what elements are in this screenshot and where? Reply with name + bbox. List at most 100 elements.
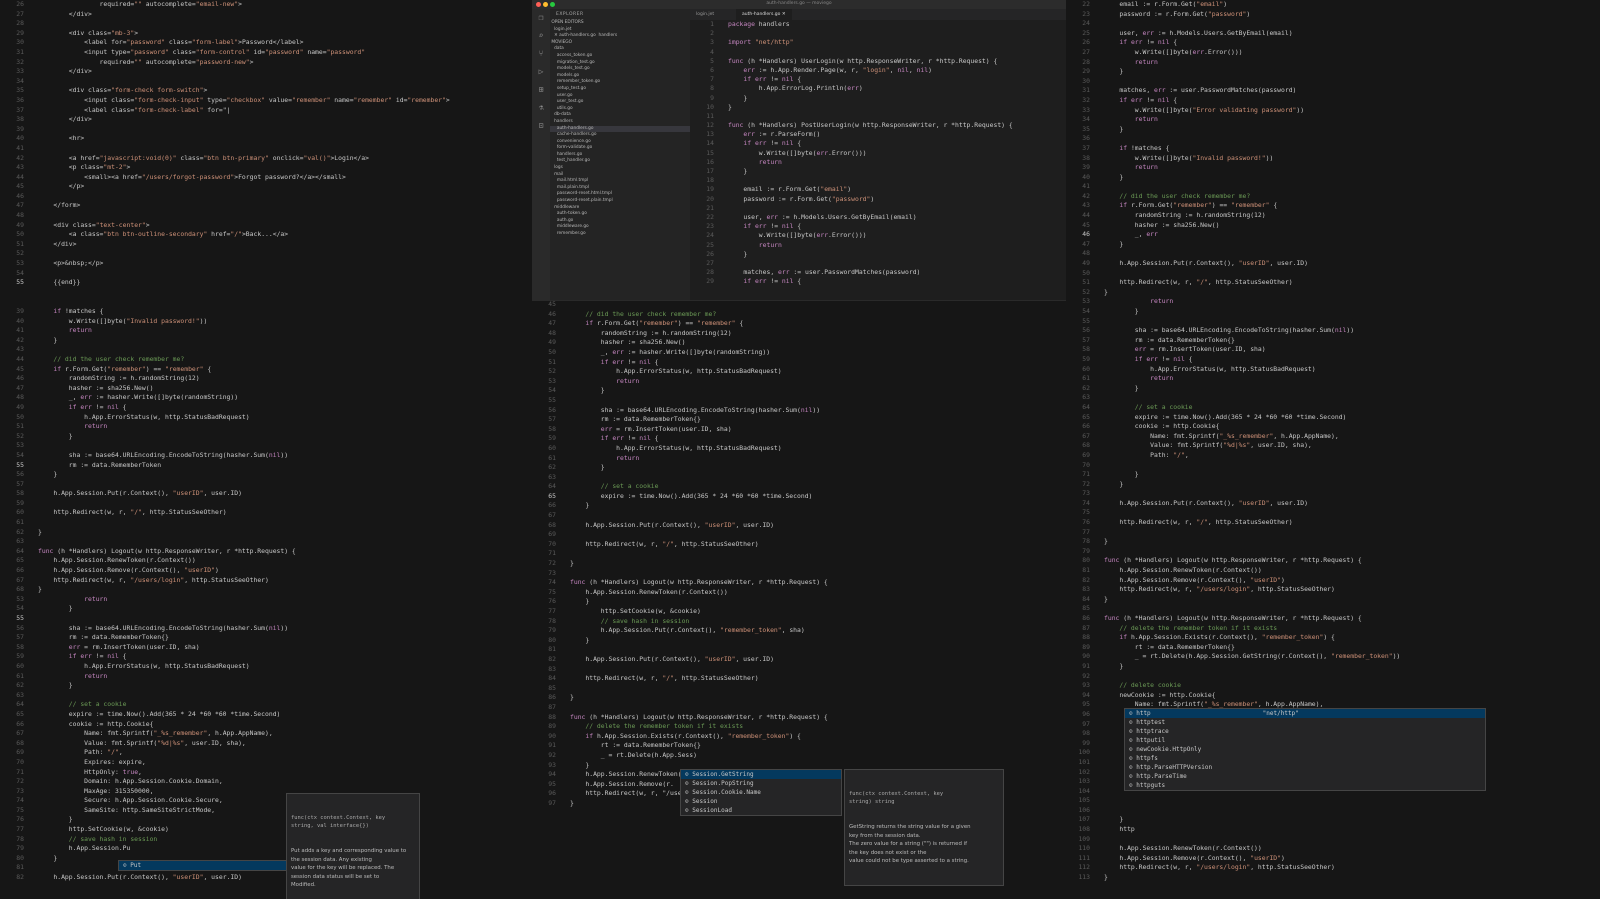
suggest-item[interactable]: ⊙ http.ParseTime — [1125, 772, 1485, 781]
line-number: 22 — [706, 212, 714, 221]
code-line: 42 } — [0, 336, 532, 346]
file-tree-item[interactable]: access_token.go — [550, 53, 690, 60]
line-number: 27 — [1082, 47, 1090, 56]
code-line: 49 <div class="text-center"> — [0, 221, 532, 231]
line-number: 93 — [1082, 681, 1090, 690]
remote-icon[interactable]: ⊡ — [536, 121, 546, 131]
line-number: 61 — [548, 453, 556, 462]
suggest-item[interactable]: ⊙ Session.PopString — [681, 779, 841, 788]
file-tree-item[interactable]: user_test.go — [550, 99, 690, 106]
line-number: 42 — [1082, 191, 1090, 200]
code-line: 55 — [532, 396, 1066, 406]
autocomplete-list-left[interactable]: ⊙ Put — [118, 860, 288, 871]
suggest-item[interactable]: ⊙ http "net/http" — [1125, 709, 1485, 718]
editor-pane-middle[interactable]: 45 46 // did the user check remember me? 4… — [532, 300, 1066, 899]
tab-login-jet[interactable]: login.jet — [690, 9, 720, 20]
code-line: 106 — [1066, 806, 1600, 816]
line-text: <input class="form-check-input" type="ch… — [38, 95, 450, 104]
code-line: 46 — [0, 192, 532, 202]
vscode-window[interactable]: auth-handlers.go — moviego ❐ ⌕ ⑂ ▷ ⊞ ⚗ ⊡… — [532, 0, 1066, 301]
file-tree-item[interactable]: handlers — [550, 119, 690, 126]
close-tab-icon[interactable]: ✕ — [782, 12, 786, 17]
code-line: 18 — [690, 176, 1066, 185]
suggest-item[interactable]: ⊙ httpguts — [1125, 781, 1485, 790]
suggest-item[interactable]: ⊙ Session.GetString — [681, 770, 841, 779]
suggest-item[interactable]: ⊙ newCookie.HttpOnly — [1125, 745, 1485, 754]
code-line: 39 return — [1066, 163, 1600, 173]
file-tree-item[interactable]: remember_token.go — [550, 79, 690, 86]
suggest-item[interactable]: ⊙ httputil — [1125, 736, 1485, 745]
line-number: 106 — [1078, 805, 1090, 814]
code-line: 74 func (h *Handlers) Logout(w http.Respo… — [532, 578, 1066, 588]
editor-area[interactable]: 1 package handlers 2 3 import "net/http" 4 5 fu… — [690, 20, 1066, 300]
testing-icon[interactable]: ⚗ — [536, 103, 546, 113]
suggest-item[interactable]: ⊙ Session.Cookie.Name — [681, 788, 841, 797]
file-tree-item[interactable]: models_test.go — [550, 66, 690, 73]
suggest-item[interactable]: ⊙ http.ParseHTTPVersion — [1125, 763, 1485, 772]
line-number: 71 — [548, 549, 556, 558]
code-line: 22 email := r.Form.Get("email") — [1066, 0, 1600, 10]
suggest-item[interactable]: ⊙ httptrace — [1125, 727, 1485, 736]
code-line: 33 w.Write([]byte("Error validating pass… — [1066, 106, 1600, 116]
code-line: 57 — [0, 480, 532, 490]
suggest-item[interactable]: ⊙ Session — [681, 797, 841, 806]
line-text: return — [84, 594, 108, 603]
line-text: email := r.Form.Get("email") — [728, 185, 852, 194]
suggest-item[interactable]: ⊙ httpfs — [1125, 754, 1485, 763]
line-text: if r.Form.Get("remember") == "remember" … — [1119, 201, 1278, 210]
file-tree-item[interactable]: ✕ auth-handlers.go handlers — [550, 33, 690, 40]
code-line: 80 func (h *Handlers) Logout(w http.Respo… — [1066, 556, 1600, 566]
source-control-icon[interactable]: ⑂ — [536, 49, 546, 59]
editor-pane-left[interactable]: 26 required="" autocomplete="email-new">… — [0, 0, 532, 899]
file-tree-item[interactable]: setup_test.go — [550, 86, 690, 93]
line-number: 86 — [548, 693, 556, 702]
files-icon[interactable]: ❐ — [536, 13, 546, 23]
file-tree-item[interactable]: cache-handlers.go — [550, 132, 690, 139]
line-number: 53 — [16, 441, 24, 450]
code-line: 80 } — [532, 636, 1066, 646]
line-number: 35 — [1082, 124, 1090, 133]
line-text: _, err := hasher.Write([]byte(randomStri… — [570, 347, 771, 356]
code-line: 78 // save hash in session — [532, 617, 1066, 627]
line-number: 54 — [16, 450, 24, 459]
code-line: 27 — [690, 259, 1066, 268]
code-line: 22 user, err := h.Models.Users.GetByEmai… — [690, 213, 1066, 222]
extensions-icon[interactable]: ⊞ — [536, 85, 546, 95]
code-line: 58 h.App.Session.Put(r.Context(), "userI… — [0, 489, 532, 499]
suggest-item[interactable]: ⊙ SessionLoad — [681, 806, 841, 815]
file-tree-item[interactable]: mail.html.tmpl — [550, 178, 690, 185]
line-number: 41 — [16, 326, 24, 335]
file-tree-item[interactable]: middleware.go — [550, 224, 690, 231]
search-icon[interactable]: ⌕ — [536, 31, 546, 41]
file-tree-item[interactable]: auth-token.go — [550, 211, 690, 218]
autocomplete-list-right[interactable]: ⊙ http "net/http" ⊙ httptest ⊙ httptrace ⊙ … — [1124, 708, 1486, 791]
line-number: 77 — [1082, 527, 1090, 536]
file-tree-item[interactable]: logs — [550, 165, 690, 172]
code-line: 65 expire := time.Now().Add(365 * 24 *60… — [1066, 413, 1600, 423]
file-tree-item[interactable]: test_handler.go — [550, 158, 690, 165]
doc-text: GetString returns the string value for a… — [849, 824, 971, 865]
line-text: user, err := h.Models.Users.GetByEmail(e… — [728, 212, 917, 221]
suggest-item[interactable]: ⊙ Put — [119, 861, 287, 870]
file-tree-item[interactable]: form-validate.go — [550, 145, 690, 152]
file-tree-item[interactable]: remember.go — [550, 231, 690, 238]
code-line: 77 — [1066, 528, 1600, 538]
file-tree-item[interactable]: utils.go — [550, 106, 690, 113]
code-line: 73 MaxAge: 315350000, — [0, 787, 532, 797]
line-number: 59 — [548, 434, 556, 443]
file-tree-item[interactable]: OPEN EDITORS — [550, 20, 690, 27]
file-tree-item[interactable]: MOVIEGO — [550, 40, 690, 47]
line-number: 51 — [16, 422, 24, 431]
code-line: 25 user, err := h.Models.Users.GetByEmai… — [1066, 29, 1600, 39]
code-line: 64 func (h *Handlers) Logout(w http.Respo… — [0, 547, 532, 557]
autocomplete-list-middle[interactable]: ⊙ Session.GetString ⊙ Session.PopString ⊙ … — [680, 769, 842, 816]
file-tree-item[interactable]: data — [550, 46, 690, 53]
line-number: 42 — [16, 335, 24, 344]
line-number: 67 — [16, 575, 24, 584]
file-tree-item[interactable]: db-data — [550, 112, 690, 119]
suggest-item[interactable]: ⊙ httptest — [1125, 718, 1485, 727]
file-tree-item[interactable]: password-reset.plain.tmpl — [550, 198, 690, 205]
tab-auth-handlers[interactable]: auth-handlers.go ✕ — [736, 9, 792, 20]
run-debug-icon[interactable]: ▷ — [536, 67, 546, 77]
editor-pane-right[interactable]: 22 email := r.Form.Get("email") 23 passwo… — [1066, 0, 1600, 899]
